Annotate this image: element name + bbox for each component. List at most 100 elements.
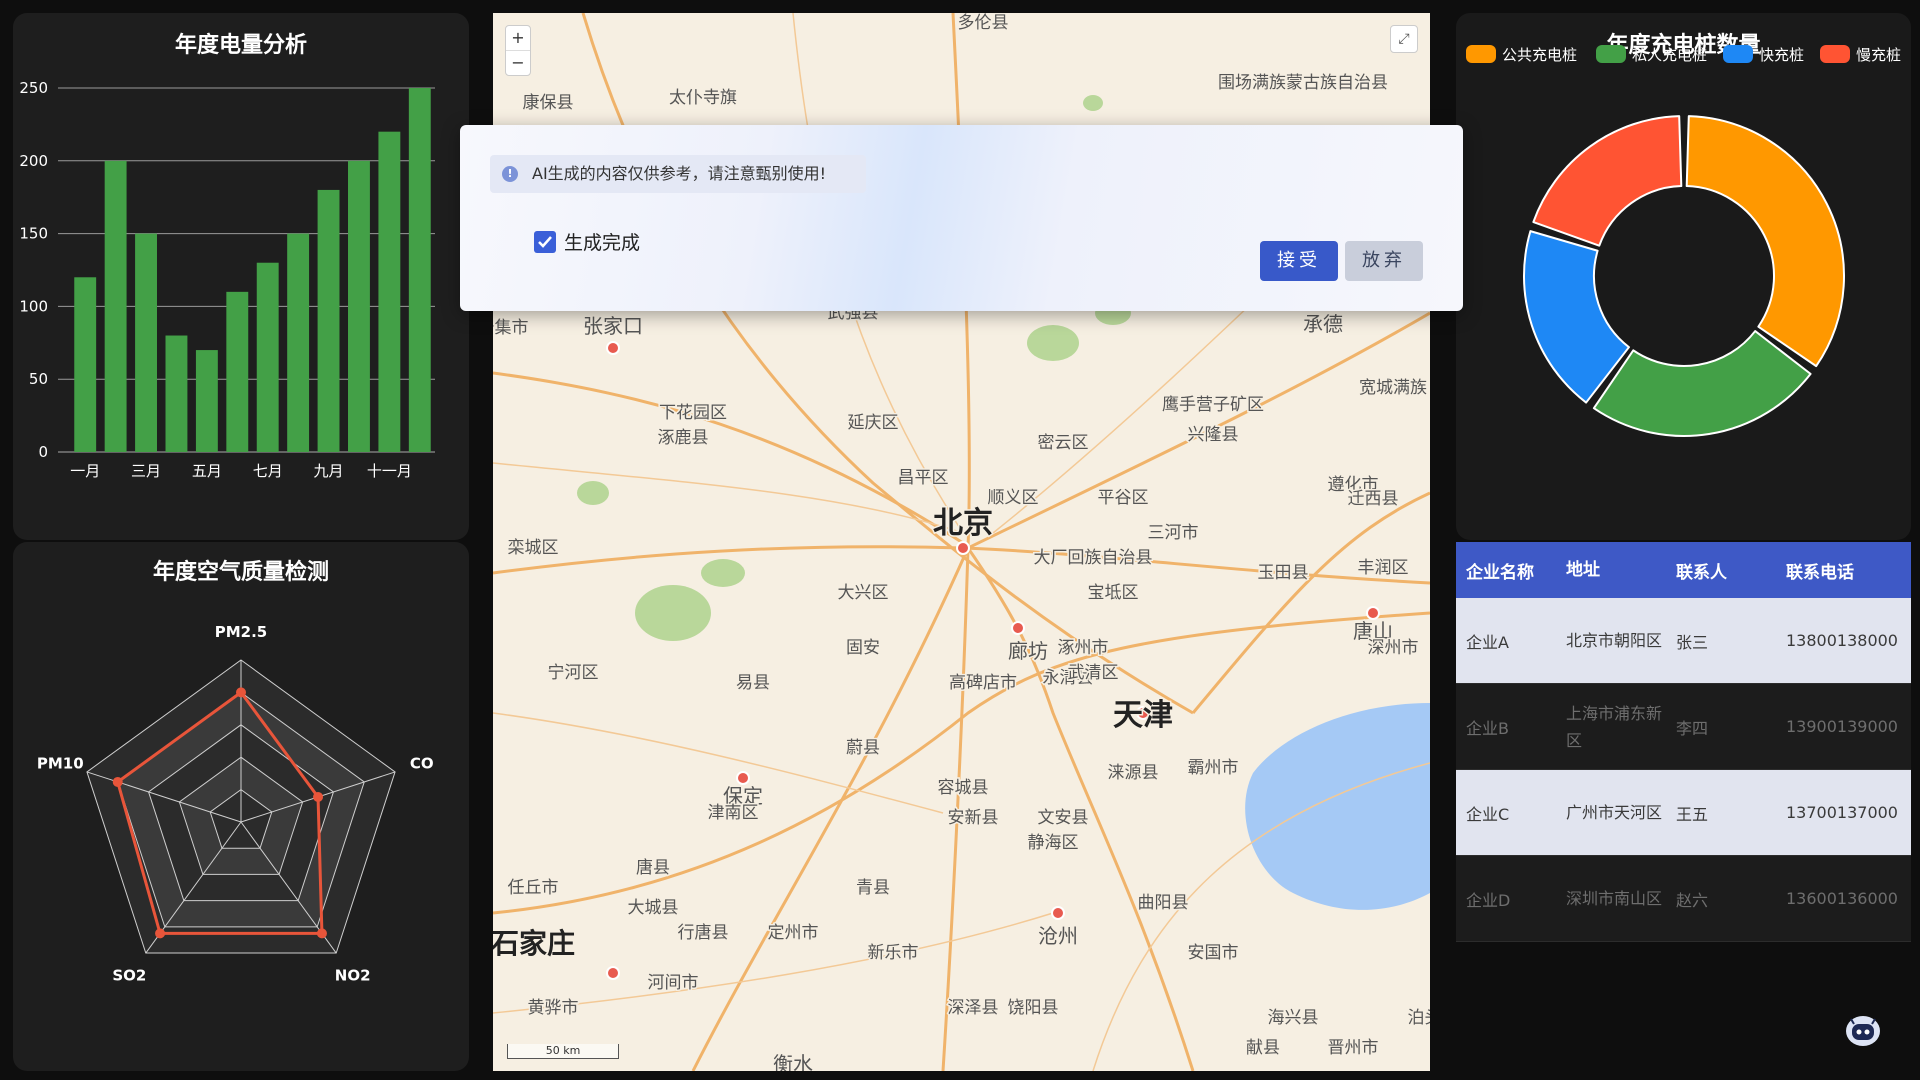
map-place-label: 静海区: [1028, 833, 1079, 853]
map-place-label: 武清区: [1068, 663, 1119, 683]
donut-chart-panel: 年度充电桩数量 公共充电桩 私人充电桩 快充桩 慢充桩: [1456, 13, 1911, 540]
map-place-label: 固安: [846, 638, 880, 658]
generation-status: 生成完成: [564, 232, 641, 254]
map-place-label: 宁河区: [548, 663, 599, 683]
map-place-label: 涿鹿县: [658, 428, 709, 448]
map-place-label: 天津: [1113, 698, 1173, 733]
map-place-label: 承德: [1303, 312, 1343, 336]
robot-icon[interactable]: [1846, 1016, 1880, 1046]
city-marker: [1051, 906, 1065, 920]
radar-indicator-label: SO2: [112, 967, 146, 985]
map-place-label: 密云区: [1038, 433, 1089, 453]
map-place-label: 涞源县: [1108, 763, 1159, 783]
map-place-label: 行唐县: [678, 922, 729, 943]
y-tick-label: 50: [29, 370, 48, 388]
header-address[interactable]: 地址: [1566, 557, 1676, 584]
x-tick-label: 九月: [314, 462, 344, 480]
accept-button[interactable]: 接受: [1260, 241, 1338, 281]
map-place-label: 深州市: [1368, 638, 1419, 658]
table-row[interactable]: 企业B 上海市浦东新区 李四 13900139000: [1456, 684, 1911, 770]
map-scale-bar: 50 km: [507, 1044, 619, 1059]
map-place-label: 任丘市: [508, 878, 559, 898]
forest-area: [635, 585, 711, 641]
bar: [256, 262, 279, 452]
cell-address: 上海市浦东新区: [1566, 703, 1663, 750]
map-place-label: 安新县: [948, 808, 999, 828]
x-tick-label: 七月: [253, 462, 283, 480]
map-place-label: 多伦县: [958, 13, 1009, 33]
city-marker: [736, 771, 750, 785]
map-place-label: 迁西县: [1348, 489, 1399, 509]
map-place-label: 容城县: [938, 778, 989, 798]
map-place-label: 辛集市: [493, 318, 529, 338]
map-place-label: 衡水: [773, 1052, 813, 1071]
map-place-label: 霸州市: [1188, 758, 1239, 778]
map-place-label: 太仆寺旗: [669, 88, 737, 108]
map-place-label: 津南区: [708, 803, 759, 823]
legend-swatch: [1820, 45, 1850, 63]
y-tick-label: 250: [19, 79, 48, 97]
x-tick-label: 十一月: [367, 462, 412, 480]
zoom-out-button[interactable]: −: [506, 50, 530, 75]
bar: [104, 160, 127, 453]
reject-button[interactable]: 放弃: [1345, 241, 1423, 281]
radar-point: [112, 776, 123, 787]
cell-address: 深圳市南山区: [1566, 889, 1663, 908]
cell-phone: 13700137000: [1786, 803, 1898, 822]
city-marker: [606, 966, 620, 980]
cell-name: 企业C: [1466, 804, 1510, 824]
bar: [74, 277, 97, 452]
map-place-label: 深泽县: [948, 998, 999, 1018]
table-row[interactable]: 企业C 广州市天河区 王五 13700137000: [1456, 770, 1911, 856]
donut-slice: [1532, 115, 1683, 247]
road: [493, 371, 964, 545]
y-tick-label: 200: [19, 152, 48, 170]
cell-name: 企业A: [1466, 632, 1509, 652]
bar: [135, 233, 157, 452]
radar-point: [316, 928, 327, 939]
bar: [287, 233, 310, 452]
radar-point: [155, 928, 166, 939]
cell-contact: 王五: [1676, 804, 1709, 824]
header-contact[interactable]: 联系人: [1676, 558, 1786, 583]
header-name[interactable]: 企业名称: [1456, 558, 1566, 583]
map-place-label: 晋州市: [1328, 1038, 1379, 1058]
map-place-label: 海兴县: [1268, 1008, 1319, 1028]
map-place-label: 栾城区: [508, 538, 559, 558]
legend-swatch: [1466, 45, 1496, 63]
cell-address: 广州市天河区: [1566, 803, 1663, 822]
table-row[interactable]: 企业A 北京市朝阳区 张三 13800138000: [1456, 598, 1911, 684]
forest-area: [577, 481, 609, 505]
cell-phone: 13800138000: [1786, 631, 1898, 650]
map-place-label: 顺义区: [988, 488, 1039, 508]
map-place-label: 河间市: [648, 973, 699, 993]
map-place-label: 三河市: [1148, 523, 1199, 543]
bar: [195, 350, 218, 452]
map-place-label: 曲阳县: [1138, 893, 1189, 913]
map-place-label: 丰润区: [1358, 558, 1409, 578]
check-icon: [534, 231, 556, 253]
ai-disclaimer-text: AI生成的内容仅供参考，请注意甄别使用!: [532, 164, 827, 183]
donut-slice: [1685, 115, 1845, 368]
map-place-label: 安国市: [1188, 943, 1239, 963]
map-place-label: 饶阳县: [1008, 998, 1059, 1018]
cell-phone: 13600136000: [1786, 889, 1898, 908]
cell-name: 企业D: [1466, 890, 1511, 910]
map-place-label: 玉田县: [1258, 563, 1309, 583]
map-place-label: 鹰手营子矿区: [1162, 395, 1264, 415]
expand-icon[interactable]: ⤢: [1390, 25, 1418, 53]
city-marker: [1366, 606, 1380, 620]
x-tick-label: 一月: [70, 462, 100, 480]
map-place-label: 涿州市: [1058, 638, 1109, 658]
cell-phone: 13900139000: [1786, 717, 1898, 736]
table-row[interactable]: 企业D 深圳市南山区 赵六 13600136000: [1456, 856, 1911, 942]
radar-chart-panel: 年度空气质量检测 PM2.5 CO NO2 SO2 PM10: [13, 542, 469, 1071]
zoom-in-button[interactable]: +: [506, 26, 530, 50]
legend-label: 慢充桩: [1856, 46, 1901, 64]
header-phone[interactable]: 联系电话: [1786, 558, 1911, 583]
ai-disclaimer: ! AI生成的内容仅供参考，请注意甄别使用!: [490, 155, 866, 193]
map-place-label: 平谷区: [1098, 488, 1149, 508]
map-place-label: 大厂回族自治县: [1034, 548, 1153, 568]
map-place-label: 易县: [736, 673, 770, 693]
info-icon: !: [502, 166, 518, 182]
